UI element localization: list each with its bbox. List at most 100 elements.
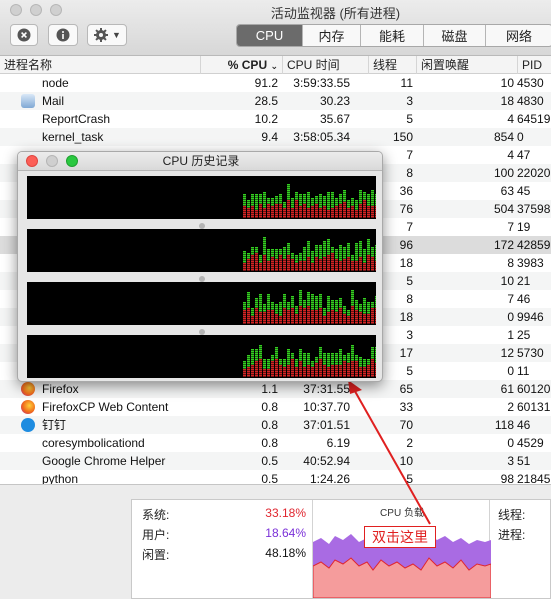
idle-wakeups-cell: 172	[493, 238, 514, 252]
idle-wakeups-cell: 98	[500, 472, 514, 484]
process-name-cell: Google Chrome Helper	[42, 454, 166, 468]
cpu-load-graph[interactable]: CPU 负载	[312, 500, 491, 598]
idle-wakeups-cell: 8	[507, 256, 514, 270]
idle-wakeups-cell: 118	[494, 418, 514, 432]
summary-area: 系统: 33.18% 用户: 18.64% 闲置: 48.18% CPU 负载 …	[0, 484, 551, 599]
stop-icon	[17, 28, 31, 42]
table-row[interactable]: Mail 28.5 30.23 3 18 4830	[0, 92, 551, 110]
cpu-percent-cell: 0.8	[261, 436, 278, 450]
processes-label: 进程:	[498, 528, 526, 542]
cpu-history-titlebar[interactable]: CPU 历史记录	[18, 152, 382, 171]
cpu-time-cell: 37:31.55	[303, 382, 350, 396]
process-name-cell: node	[42, 76, 69, 90]
table-row[interactable]: Firefox 1.1 37:31.55 65 61 60120	[0, 380, 551, 398]
column-header-threads[interactable]: 线程	[368, 56, 416, 74]
process-name-cell: kernel_task	[42, 130, 104, 144]
pid-cell: 46	[517, 292, 531, 306]
column-header-name[interactable]: 进程名称	[0, 56, 200, 74]
process-name-cell: 钉钉	[42, 418, 67, 432]
tab-network[interactable]: 网络	[486, 25, 551, 46]
cpu-percent-cell: 9.4	[261, 130, 278, 144]
chevron-down-icon: ▼	[112, 30, 121, 40]
table-row[interactable]: ReportCrash 10.2 35.67 5 4 64519	[0, 110, 551, 128]
table-row[interactable]: FirefoxCP Web Content 0.8 10:37.70 33 2 60131	[0, 398, 551, 416]
idle-wakeups-cell: 61	[500, 382, 514, 396]
pid-cell: 47	[517, 148, 531, 162]
pid-cell: 3983	[517, 256, 544, 270]
tab-memory[interactable]: 内存	[303, 25, 361, 46]
column-header-cpu[interactable]: % CPU ⌄	[200, 56, 282, 74]
idle-wakeups-cell: 7	[507, 220, 514, 234]
cpu-time-cell: 35.67	[319, 112, 350, 126]
idle-wakeups-cell: 0	[507, 310, 514, 324]
double-click-annotation: 双击这里	[364, 526, 436, 548]
table-row[interactable]: coresymbolicationd 0.8 6.19 2 0 4529	[0, 434, 551, 452]
idle-wakeups-cell: 4	[507, 148, 514, 162]
history-close-button[interactable]	[26, 155, 38, 167]
process-name-cell: python	[42, 472, 79, 484]
table-row[interactable]: kernel_task 9.4 3:58:05.34 150 854 0	[0, 128, 551, 146]
cpu-percent-cell: 0.5	[261, 472, 278, 484]
table-row[interactable]: Google Chrome Helper 0.5 40:52.94 10 3 51	[0, 452, 551, 470]
cpu-history-window[interactable]: CPU 历史记录	[17, 151, 383, 382]
idle-wakeups-cell: 12	[500, 346, 514, 360]
cpu-history-title: CPU 历史记录	[162, 154, 240, 168]
pid-cell: 0	[517, 130, 524, 144]
firefox-icon	[21, 400, 35, 414]
history-zoom-button[interactable]	[66, 155, 78, 167]
threads-cell: 5	[406, 472, 413, 484]
cpu-time-cell: 1:24.26	[309, 472, 350, 484]
pid-cell: 46	[517, 418, 531, 432]
cpu-percent-cell: 0.8	[261, 400, 278, 414]
pid-cell: 4830	[517, 94, 544, 108]
stop-process-button[interactable]	[10, 24, 38, 46]
column-header-idle-wakeups[interactable]: 闲置唤醒	[416, 56, 517, 74]
idle-wakeups-cell: 10	[500, 76, 514, 90]
system-label: 系统:	[142, 508, 170, 522]
pid-cell: 37598	[517, 202, 551, 216]
idle-wakeups-cell: 0	[507, 364, 514, 378]
idle-label: 闲置:	[142, 548, 170, 562]
column-header-pid[interactable]: PID	[517, 56, 551, 74]
threads-cell: 150	[392, 130, 413, 144]
threads-cell: 3	[406, 94, 413, 108]
idle-wakeups-cell: 2	[507, 400, 514, 414]
cpu-time-cell: 6.19	[326, 436, 350, 450]
history-minimize-button[interactable]	[46, 155, 58, 167]
threads-label: 线程:	[498, 508, 526, 522]
pid-cell: 4530	[517, 76, 544, 90]
tab-energy[interactable]: 能耗	[361, 25, 424, 46]
tab-disk[interactable]: 磁盘	[424, 25, 486, 46]
pid-cell: 22020	[517, 166, 551, 180]
cpu-percent-cell: 10.2	[254, 112, 278, 126]
pid-cell: 45	[517, 184, 531, 198]
threads-cell: 70	[399, 418, 413, 432]
table-row[interactable]: python 0.5 1:24.26 5 98 21845	[0, 470, 551, 484]
threads-cell: 65	[399, 382, 413, 396]
column-header-cpu-label: % CPU	[227, 58, 268, 72]
pid-cell: 51	[517, 454, 531, 468]
pid-cell: 4529	[517, 436, 544, 450]
cpu-percent-cell: 91.2	[254, 76, 278, 90]
cpu-percent-cell: 0.8	[261, 418, 278, 432]
table-row[interactable]: node 91.2 3:59:33.55 11 10 4530	[0, 74, 551, 92]
idle-value: 48.18%	[265, 546, 306, 560]
idle-wakeups-cell: 3	[507, 454, 514, 468]
pid-cell: 60120	[517, 382, 551, 396]
column-header-cpu-time[interactable]: CPU 时间	[282, 56, 368, 74]
inspect-process-button[interactable]	[48, 24, 78, 46]
process-name-cell: coresymbolicationd	[42, 436, 145, 450]
action-menu-button[interactable]: ▼	[87, 24, 127, 46]
process-name-cell: ReportCrash	[42, 112, 111, 126]
table-row[interactable]: 钉钉 0.8 37:01.51 70 118 46	[0, 416, 551, 434]
cpu-time-cell: 10:37.70	[303, 400, 350, 414]
user-label: 用户:	[142, 528, 170, 542]
tab-cpu[interactable]: CPU	[237, 25, 303, 46]
pid-cell: 25	[517, 328, 531, 342]
cpu-percent-cell: 0.5	[261, 454, 278, 468]
info-icon	[56, 28, 70, 42]
window-titlebar: 活动监视器 (所有进程) ▼ CPU 内存 能耗 磁盘 网络	[0, 0, 551, 56]
pid-cell: 21	[517, 274, 531, 288]
pid-cell: 5730	[517, 346, 544, 360]
cpu-time-cell: 30.23	[319, 94, 350, 108]
